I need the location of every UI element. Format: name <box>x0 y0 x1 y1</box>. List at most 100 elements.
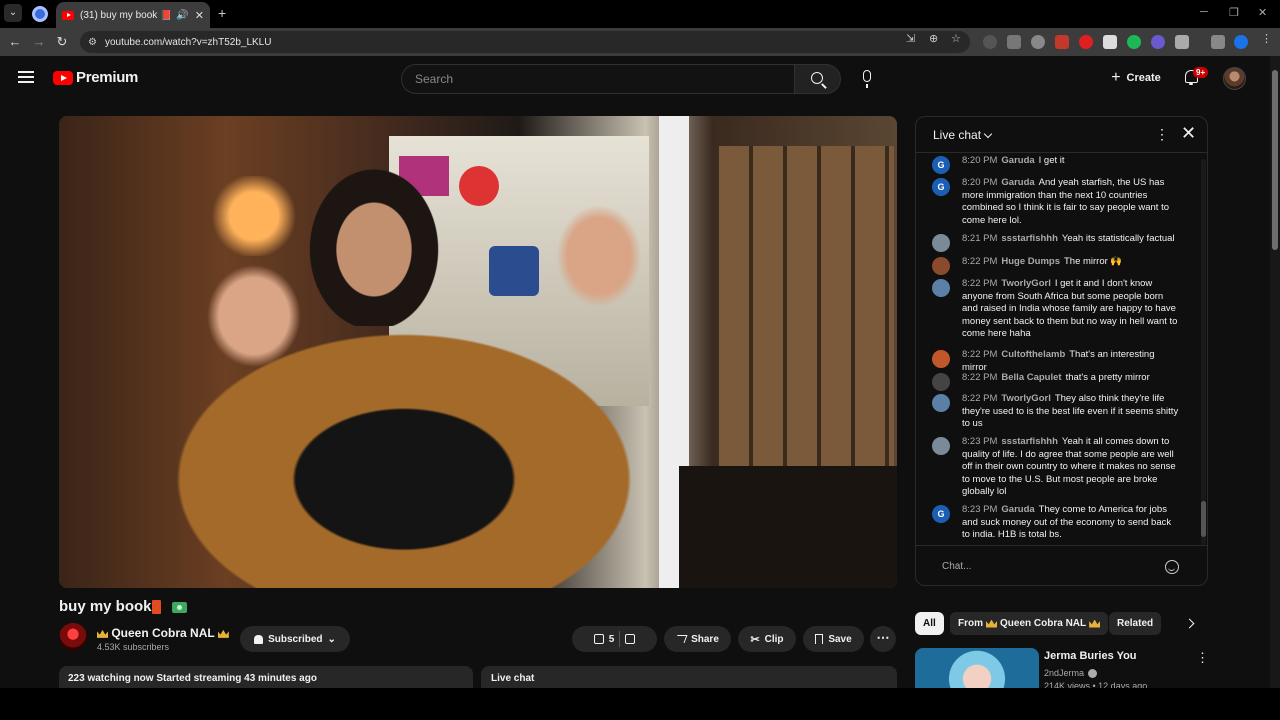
like-count[interactable]: 5 <box>609 634 615 645</box>
chat-input[interactable] <box>932 554 1152 578</box>
chat-avatar[interactable] <box>932 234 950 252</box>
extension-red-icon[interactable] <box>1055 35 1069 49</box>
page-scrollbar-thumb[interactable] <box>1272 70 1278 250</box>
chat-avatar[interactable] <box>932 373 950 391</box>
more-actions-icon[interactable]: ⋯ <box>870 626 896 652</box>
tab-search-button[interactable]: ⌄ <box>4 4 22 22</box>
chat-author[interactable]: Cultofthelamb <box>1001 349 1065 360</box>
recommendation-title[interactable]: Jerma Buries You <box>1044 650 1137 662</box>
like-icon[interactable] <box>593 634 604 644</box>
chat-options-icon[interactable]: ⋮ <box>1155 126 1169 143</box>
cash-emoji-icon <box>172 602 187 613</box>
microphone-icon[interactable] <box>863 70 871 88</box>
lamp-glow <box>209 176 299 256</box>
chat-scrollbar-thumb[interactable] <box>1201 501 1206 537</box>
forward-icon[interactable]: → <box>31 34 47 49</box>
tab-audio-icon[interactable]: 🔊 <box>176 10 188 21</box>
reload-icon[interactable]: ↻ <box>54 34 70 50</box>
chat-avatar[interactable]: G <box>932 156 950 174</box>
back-icon[interactable]: ← <box>7 34 23 49</box>
chat-message: G 8:20 PM Garuda And yeah starfish, the US… <box>932 177 1180 227</box>
chip-related[interactable]: Related <box>1109 612 1162 635</box>
chat-scrollbar[interactable] <box>1201 159 1206 545</box>
window-close-icon[interactable]: ✕ <box>1258 6 1267 19</box>
pinned-tab-icon[interactable] <box>32 6 48 22</box>
video-player[interactable] <box>59 116 897 588</box>
profile-icon[interactable] <box>1234 35 1248 49</box>
maximize-icon[interactable]: ❐ <box>1229 6 1239 19</box>
extension-incognito-icon[interactable] <box>983 35 997 49</box>
chat-avatar[interactable] <box>932 350 950 368</box>
chat-author[interactable]: Bella Capulet <box>1001 372 1061 383</box>
chat-timestamp: 8:23 PM <box>962 436 998 447</box>
clip-button[interactable]: ✂ Clip <box>738 626 796 652</box>
chat-author[interactable]: ssstarfishhh <box>1001 233 1058 244</box>
install-app-icon[interactable]: ⇲ <box>906 32 915 45</box>
save-button[interactable]: Save <box>803 626 864 652</box>
extension-green-icon[interactable] <box>1127 35 1141 49</box>
chip-from-channel-label: Queen Cobra NAL <box>1000 618 1087 629</box>
chat-author[interactable]: ssstarfishhh <box>1001 436 1058 447</box>
channel-avatar[interactable] <box>59 623 87 651</box>
chat-avatar[interactable] <box>932 437 950 455</box>
dislike-icon[interactable] <box>625 634 636 644</box>
extension-image-icon[interactable] <box>1103 35 1117 49</box>
chat-timestamp: 8:20 PM <box>962 177 998 188</box>
chevron-down-icon[interactable] <box>983 129 993 139</box>
recommendation-thumbnail[interactable] <box>915 648 1039 692</box>
chat-timestamp: 8:23 PM <box>962 504 998 515</box>
search-button[interactable] <box>794 64 841 94</box>
chat-author[interactable]: Huge Dumps <box>1001 256 1060 267</box>
create-label: Create <box>1126 72 1161 84</box>
tab-close-icon[interactable]: ✕ <box>195 9 204 22</box>
right-hand <box>549 196 649 316</box>
chip-from-channel[interactable]: From Queen Cobra NAL <box>950 612 1109 635</box>
crown-icon <box>217 629 229 638</box>
chat-avatar[interactable]: G <box>932 178 950 196</box>
chat-message: G 8:20 PM Garuda I get it <box>932 155 1180 174</box>
minimize-icon[interactable]: ─ <box>1200 6 1208 18</box>
zoom-icon[interactable]: ⊕ <box>929 32 938 45</box>
chat-text: that's a pretty mirror <box>1065 372 1150 383</box>
user-avatar[interactable] <box>1223 67 1246 90</box>
create-button[interactable]: + Create <box>1102 64 1170 92</box>
browser-menu-icon[interactable]: ⋮ <box>1261 32 1272 45</box>
chat-avatar[interactable] <box>932 279 950 297</box>
logo-text[interactable]: Premium <box>76 69 138 86</box>
extension-purple-icon[interactable] <box>1151 35 1165 49</box>
extensions-puzzle-icon[interactable] <box>1175 35 1189 49</box>
emoji-picker-icon[interactable] <box>1165 560 1179 574</box>
bookmark-star-icon[interactable]: ☆ <box>951 32 961 45</box>
chat-author[interactable]: Garuda <box>1001 504 1034 515</box>
menu-icon[interactable] <box>18 71 34 83</box>
channel-name[interactable]: Queen Cobra NAL <box>97 626 229 640</box>
youtube-logo-icon[interactable] <box>53 71 73 85</box>
extension-y-icon[interactable] <box>1007 35 1021 49</box>
share-button[interactable]: Share <box>664 626 731 652</box>
save-label: Save <box>828 633 852 645</box>
address-bar[interactable]: ⚙ youtube.com/watch?v=zhT52b_LKLU <box>80 31 970 53</box>
recommendation-channel[interactable]: 2ndJerma <box>1044 668 1098 679</box>
reading-list-icon[interactable] <box>1211 35 1225 49</box>
chat-author[interactable]: Garuda <box>1001 177 1034 188</box>
search-input[interactable] <box>401 64 795 94</box>
active-browser-tab[interactable]: (31) buy my book 📕 💵 - 🔊 ✕ <box>56 2 210 28</box>
live-chat-panel: Live chat ⋮ ✕ G 8:20 PM Garuda I get it G … <box>915 116 1208 586</box>
site-info-icon[interactable]: ⚙ <box>88 37 97 48</box>
new-tab-icon[interactable]: + <box>218 5 226 21</box>
chat-author[interactable]: TworlyGorl <box>1001 393 1050 404</box>
chip-all[interactable]: All <box>915 612 944 635</box>
chat-avatar[interactable]: G <box>932 505 950 523</box>
recommendation-channel-name: 2ndJerma <box>1044 668 1085 678</box>
extension-drop-icon[interactable] <box>1079 35 1093 49</box>
chat-avatar[interactable] <box>932 394 950 412</box>
chat-author[interactable]: Garuda <box>1001 155 1034 166</box>
chevron-right-icon[interactable] <box>1184 618 1195 629</box>
chat-author[interactable]: TworlyGorl <box>1001 278 1050 289</box>
subscribed-button[interactable]: Subscribed ⌄ <box>240 626 350 652</box>
chat-title[interactable]: Live chat <box>933 128 981 142</box>
chat-avatar[interactable] <box>932 257 950 275</box>
chat-close-icon[interactable]: ✕ <box>1181 123 1196 144</box>
recommendation-options-icon[interactable]: ⋮ <box>1196 650 1209 666</box>
extension-globe-icon[interactable] <box>1031 35 1045 49</box>
